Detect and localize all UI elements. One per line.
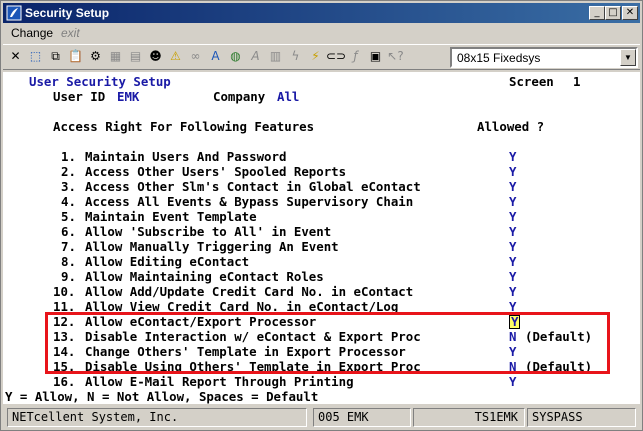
italic-a-icon[interactable]: A [246, 47, 265, 66]
select-icon[interactable]: ⬚ [26, 47, 45, 66]
terminal-screen: User Security Setup Screen 1 User ID EMK… [3, 72, 640, 390]
status-mode: SYSPASS [527, 408, 636, 427]
menu-bar: Change exit [3, 24, 640, 42]
formula-icon[interactable]: ƒ [346, 47, 365, 66]
minimize-button[interactable]: _ [589, 6, 605, 20]
feature-number: 16. [53, 374, 76, 389]
screen-label: Screen [509, 74, 554, 89]
paste-icon[interactable]: 📋 [66, 47, 85, 66]
allowed-header: Allowed ? [477, 119, 545, 134]
allowed-value-field[interactable]: Y [509, 269, 516, 284]
app-icon [6, 5, 22, 21]
feature-label: Allow Add/Update Credit Card No. in eCon… [85, 284, 414, 299]
feature-number: 9. [61, 269, 76, 284]
section-title: Access Right For Following Features [53, 119, 315, 134]
maximize-button[interactable]: □ [605, 6, 621, 20]
feature-label: Access Other Slm's Contact in Global eCo… [85, 179, 421, 194]
status-session: 005 EMK [313, 408, 411, 427]
feature-number: 6. [61, 224, 76, 239]
status-bar: NETcellent System, Inc. 005 EMK TS1EMK S… [3, 407, 640, 428]
highlight-annotation [45, 312, 610, 374]
company-value[interactable]: All [277, 89, 299, 104]
feature-number: 7. [61, 239, 76, 254]
link-icon[interactable]: ⊂⊃ [326, 47, 346, 66]
feature-label: Access Other Users' Spooled Reports [85, 164, 347, 179]
close-x-icon[interactable]: ✕ [6, 47, 25, 66]
allowed-value-field[interactable]: Y [509, 239, 516, 254]
copy-icon[interactable]: ⧉ [46, 47, 65, 66]
security-setup-window: Security Setup _ □ ✕ Change exit ✕ ⬚ ⧉ 📋… [0, 0, 643, 431]
binoculars-icon[interactable]: ∞ [186, 47, 205, 66]
allowed-value-field[interactable]: Y [509, 284, 516, 299]
allowed-value-field[interactable]: Y [509, 164, 516, 179]
company-label: Company [213, 89, 266, 104]
legend-line: Y = Allow, N = Not Allow, Spaces = Defau… [3, 389, 640, 404]
allowed-value-field[interactable]: Y [509, 254, 516, 269]
calculator-icon[interactable]: ▦ [106, 47, 125, 66]
notes-icon[interactable]: ▤ [126, 47, 145, 66]
feature-label: Allow Manually Triggering An Event [85, 239, 339, 254]
allowed-value-field[interactable]: Y [509, 149, 516, 164]
menu-exit[interactable]: exit [61, 26, 80, 40]
user-id-label: User ID [53, 89, 106, 104]
feature-label: Allow 'Subscribe to All' in Event [85, 224, 332, 239]
warning-icon[interactable]: ⚠ [166, 47, 185, 66]
screen-heading: User Security Setup [29, 74, 171, 89]
status-terminal: TS1EMK [413, 408, 525, 427]
feature-number: 10. [53, 284, 76, 299]
person-icon[interactable]: ☻ [146, 47, 165, 66]
allowed-value-field[interactable]: Y [509, 179, 516, 194]
allowed-value-field[interactable]: Y [509, 194, 516, 209]
notebook-icon[interactable]: ▣ [366, 47, 385, 66]
feature-label: Maintain Event Template [85, 209, 257, 224]
feature-number: 3. [61, 179, 76, 194]
feature-number: 1. [61, 149, 76, 164]
chevron-down-icon[interactable]: ▼ [620, 49, 636, 66]
feature-label: Allow Maintaining eContact Roles [85, 269, 324, 284]
title-bar[interactable]: Security Setup _ □ ✕ [3, 3, 640, 23]
feature-label: Allow Editing eContact [85, 254, 250, 269]
menu-change[interactable]: Change [11, 26, 53, 40]
font-select[interactable]: 08x15 Fixedsys ▼ [450, 47, 638, 68]
font-select-value: 08x15 Fixedsys [457, 51, 541, 65]
globe-icon[interactable]: ◍ [226, 47, 245, 66]
feature-label: Allow E-Mail Report Through Printing [85, 374, 354, 389]
settings-icon[interactable]: ⚙ [86, 47, 105, 66]
feature-number: 8. [61, 254, 76, 269]
allowed-value-field[interactable]: Y [509, 224, 516, 239]
help-arrow-icon[interactable]: ↖? [386, 47, 405, 66]
feature-label: Maintain Users And Password [85, 149, 287, 164]
feature-number: 5. [61, 209, 76, 224]
lightning-icon[interactable]: ϟ [286, 47, 305, 66]
status-company: NETcellent System, Inc. [7, 408, 307, 427]
feature-number: 4. [61, 194, 76, 209]
toolbar: ✕ ⬚ ⧉ 📋 ⚙ ▦ ▤ ☻ ⚠ ∞ A ◍ A ▥ ϟ ⚡ ⊂⊃ ƒ ▣ ↖… [3, 44, 640, 70]
allowed-value-field[interactable]: Y [509, 209, 516, 224]
font-a-icon[interactable]: A [206, 47, 225, 66]
window-title: Security Setup [25, 6, 110, 20]
script-icon[interactable]: ⚡ [306, 47, 325, 66]
screen-number: 1 [573, 74, 581, 89]
close-button[interactable]: ✕ [622, 6, 638, 20]
allowed-value-field[interactable]: Y [509, 374, 516, 389]
trash-icon[interactable]: ▥ [266, 47, 285, 66]
user-id-value[interactable]: EMK [117, 89, 139, 104]
feature-label: Access All Events & Bypass Supervisory C… [85, 194, 414, 209]
feature-number: 2. [61, 164, 76, 179]
